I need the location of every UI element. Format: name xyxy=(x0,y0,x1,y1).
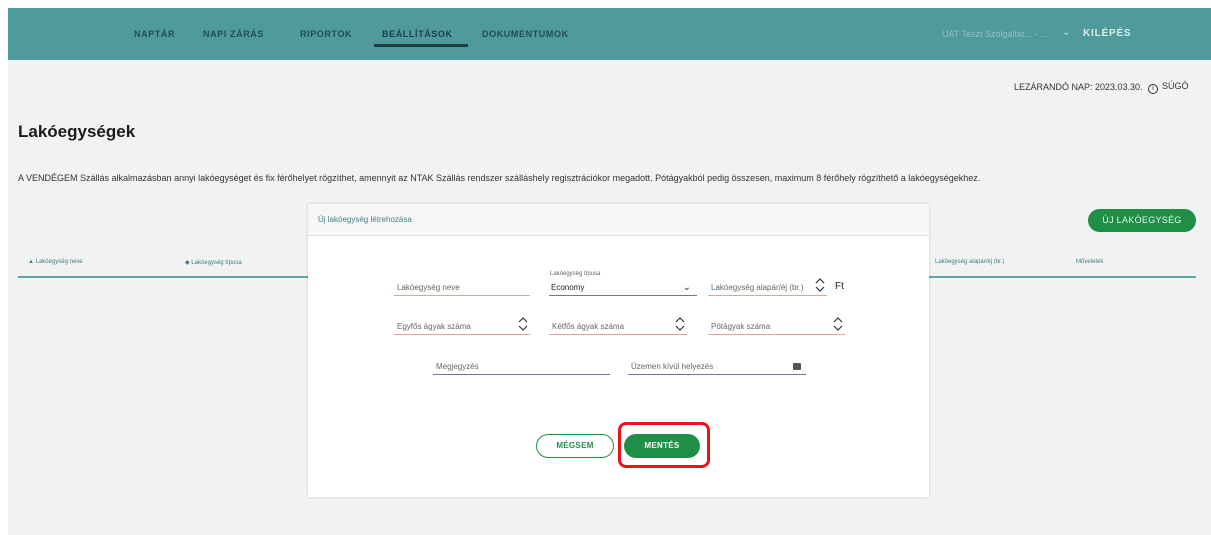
help-label: SÚGÓ xyxy=(1162,81,1189,91)
nav-item-dokumentumok[interactable]: DOKUMENTUMOK xyxy=(482,29,569,39)
app-frame: NAPTÁR NAPI ZÁRÁS RIPORTOK BEÁLLÍTÁSOK D… xyxy=(8,8,1211,535)
extra-beds-field[interactable]: Pótágyak száma xyxy=(708,313,845,335)
note-field[interactable]: Megjegyzés xyxy=(433,353,610,375)
column-header-type[interactable]: ◆ Lakóegység típusa xyxy=(185,259,242,266)
column-header-base-price[interactable]: Lakóegység alapár/éj (br.) xyxy=(935,259,1004,265)
out-of-service-date-field[interactable]: Üzemen kívül helyezés xyxy=(628,353,806,375)
page-description: A VENDÉGEM Szállás alkalmazásban annyi l… xyxy=(18,173,981,183)
user-menu[interactable]: UAT Teszt Szolgáltat... - ... xyxy=(942,29,1048,39)
highlight-box xyxy=(618,422,710,468)
page-title: Lakóegységek xyxy=(18,122,136,141)
base-price-field[interactable]: Lakóegység alapár/éj (br.) xyxy=(708,274,827,296)
help-link[interactable]: i SÚGÓ xyxy=(1148,81,1189,94)
active-tab-indicator xyxy=(374,44,468,47)
top-navigation: NAPTÁR NAPI ZÁRÁS RIPORTOK BEÁLLÍTÁSOK D… xyxy=(8,8,1211,60)
dialog-title: Új lakóegység létrehozása xyxy=(318,215,412,224)
nav-item-riportok[interactable]: RIPORTOK xyxy=(300,29,352,39)
nav-item-napi-zaras[interactable]: NAPI ZÁRÁS xyxy=(203,29,264,39)
unit-name-field[interactable]: Lakóegység neve xyxy=(394,274,530,296)
calendar-icon[interactable] xyxy=(793,363,801,370)
cancel-button[interactable]: MÉGSEM xyxy=(536,434,614,458)
closing-day-label: LEZÁRANDÓ NAP: 2023.03.30. xyxy=(1014,82,1143,92)
number-stepper-icon[interactable] xyxy=(518,316,528,332)
nav-item-beallitasok[interactable]: BEÁLLÍTÁSOK xyxy=(382,29,453,39)
unit-type-select[interactable]: Lakóegység típusa Economy ⌄ xyxy=(549,271,697,296)
info-icon: i xyxy=(1148,84,1158,94)
number-stepper-icon[interactable] xyxy=(675,316,685,332)
nav-item-naptar[interactable]: NAPTÁR xyxy=(134,29,175,39)
dialog-header: Új lakóegység létrehozása xyxy=(308,204,929,236)
logout-link[interactable]: KILÉPÉS xyxy=(1083,28,1131,39)
number-stepper-icon[interactable] xyxy=(815,277,825,293)
column-header-name[interactable]: ▲ Lakóegység neve xyxy=(28,259,83,265)
single-beds-field[interactable]: Egyfős ágyak száma xyxy=(394,313,530,335)
number-stepper-icon[interactable] xyxy=(833,316,843,332)
new-unit-button[interactable]: ÚJ LAKÓEGYSÉG xyxy=(1088,209,1196,232)
chevron-down-icon[interactable]: ⌄ xyxy=(1062,27,1070,38)
column-header-actions: Műveletek xyxy=(1076,259,1104,265)
chevron-down-icon: ⌄ xyxy=(682,282,691,293)
double-beds-field[interactable]: Kétfős ágyak száma xyxy=(549,313,687,335)
currency-unit: Ft xyxy=(835,281,844,292)
new-unit-dialog: Új lakóegység létrehozása Lakóegység nev… xyxy=(308,204,929,497)
